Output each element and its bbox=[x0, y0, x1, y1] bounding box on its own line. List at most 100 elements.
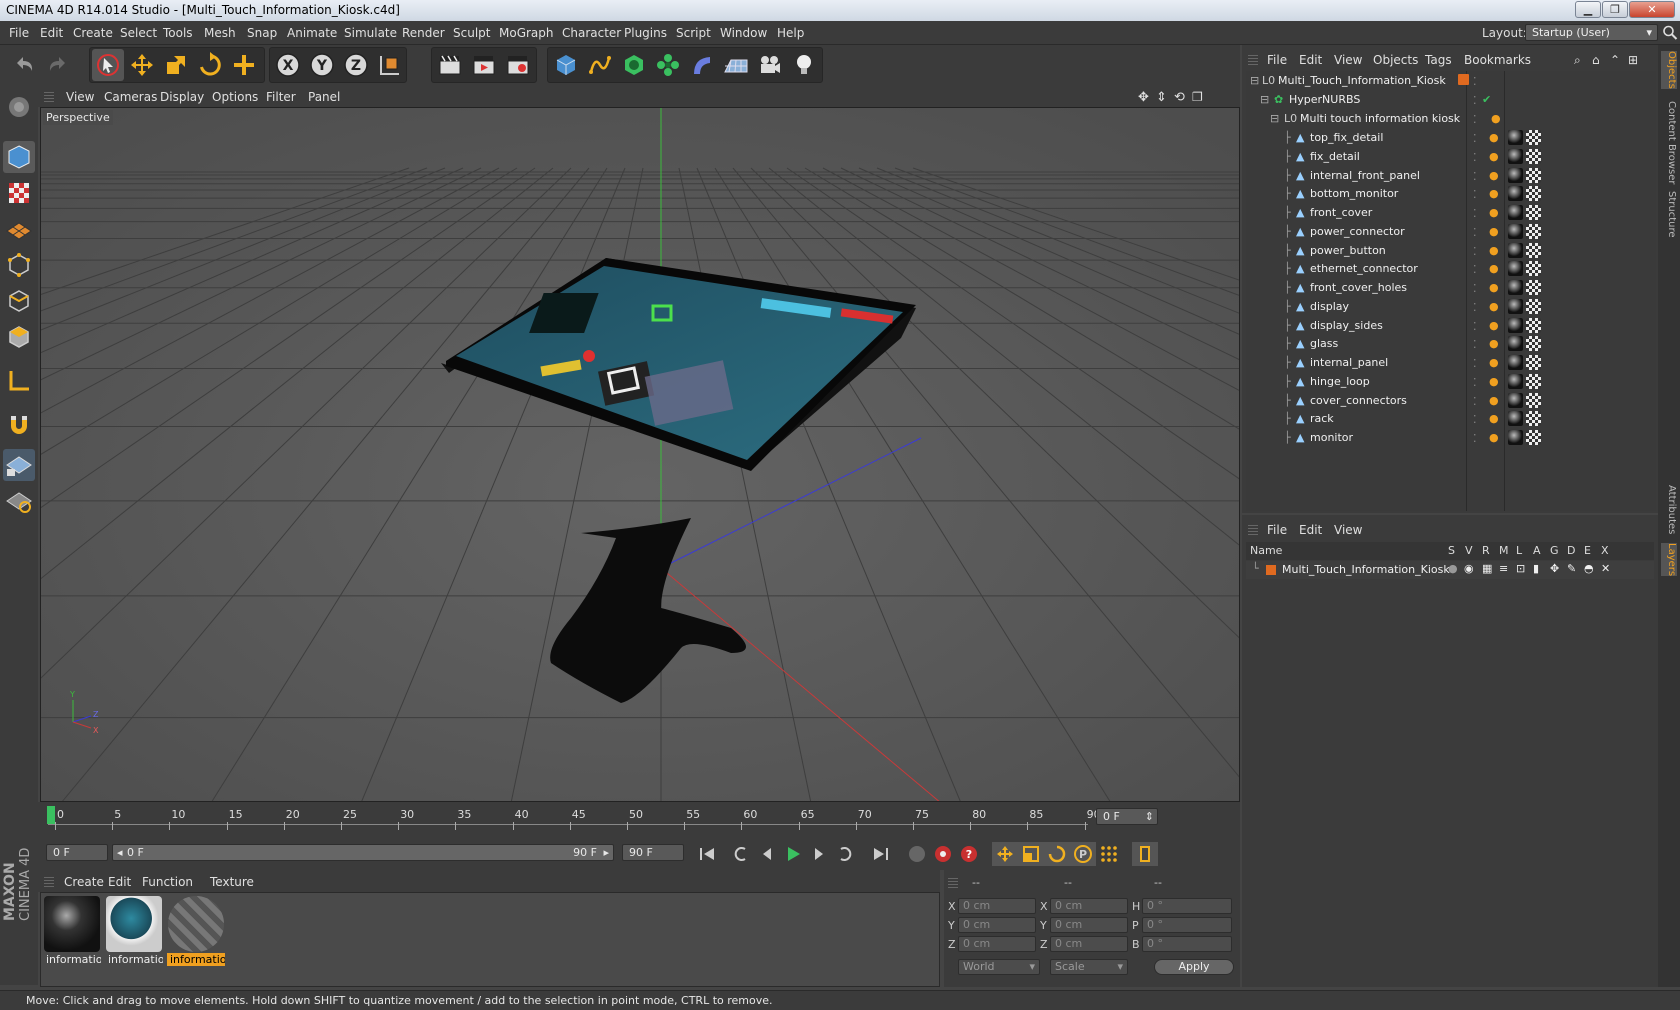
vp-menu-display[interactable]: Display bbox=[160, 90, 204, 104]
deformer-button[interactable] bbox=[686, 49, 718, 81]
animation-toggle-icon[interactable]: ▮ bbox=[1533, 562, 1539, 575]
tree-expand-icon[interactable]: ⊟ bbox=[1270, 112, 1279, 125]
visibility-dots[interactable]: ⁚ bbox=[1473, 226, 1477, 239]
tree-row-object[interactable]: ├ ▲ cover_connectors ⁚ ● bbox=[1246, 391, 1656, 411]
uvw-tag-icon[interactable] bbox=[1526, 373, 1541, 389]
vp-menu-panel[interactable]: Panel bbox=[308, 90, 340, 104]
visibility-dots[interactable]: ⁚ bbox=[1473, 151, 1477, 164]
visibility-dots[interactable]: ⁚ bbox=[1473, 170, 1477, 183]
phong-tag-icon[interactable]: ● bbox=[1489, 356, 1499, 369]
menu-script[interactable]: Script bbox=[676, 26, 711, 40]
next-frame-button[interactable] bbox=[806, 842, 832, 866]
visibility-dots[interactable]: ⁚ bbox=[1473, 188, 1477, 201]
layout-select[interactable]: Startup (User) ▾ bbox=[1525, 24, 1658, 41]
phong-tag-icon[interactable]: ● bbox=[1489, 169, 1499, 182]
rot-h-field[interactable]: 0 ° bbox=[1142, 898, 1232, 914]
range-right-arrow[interactable]: ▸ bbox=[603, 846, 609, 859]
visibility-dots[interactable]: ⁚ bbox=[1473, 357, 1477, 370]
layer-col-l[interactable]: L bbox=[1516, 544, 1522, 557]
tree-row-object[interactable]: ├ ▲ front_cover_holes ⁚ ● bbox=[1246, 278, 1656, 298]
expression-toggle-icon[interactable]: ◓ bbox=[1584, 562, 1594, 575]
keyframe-selection-button[interactable]: ? bbox=[956, 842, 982, 866]
material-tag-icon[interactable] bbox=[1508, 148, 1523, 164]
texture-mode-button[interactable] bbox=[3, 177, 35, 209]
arrow-up-icon[interactable]: ⌃ bbox=[1610, 53, 1620, 67]
material-tag-icon[interactable] bbox=[1508, 373, 1523, 389]
material-tag-icon[interactable] bbox=[1508, 336, 1523, 352]
z-axis-button[interactable]: Z bbox=[340, 49, 372, 81]
material-tag-icon[interactable] bbox=[1508, 167, 1523, 183]
menu-simulate[interactable]: Simulate bbox=[344, 26, 397, 40]
phong-tag-icon[interactable]: ● bbox=[1489, 225, 1499, 238]
manager-toggle-icon[interactable]: ≡ bbox=[1499, 562, 1508, 575]
move-tool-button[interactable] bbox=[126, 49, 158, 81]
phong-tag-icon[interactable]: ● bbox=[1489, 300, 1499, 313]
menu-plugins[interactable]: Plugins bbox=[624, 26, 667, 40]
mat-menu-edit[interactable]: Edit bbox=[108, 875, 131, 889]
phong-tag-icon[interactable]: ● bbox=[1491, 112, 1501, 125]
make-editable-button[interactable] bbox=[3, 91, 35, 123]
material-tag-icon[interactable] bbox=[1508, 205, 1523, 220]
obj-menu-view[interactable]: View bbox=[1334, 53, 1362, 67]
start-frame-field[interactable]: 0 F bbox=[46, 844, 108, 861]
layer-menu-file[interactable]: File bbox=[1267, 523, 1287, 537]
uvw-tag-icon[interactable] bbox=[1526, 148, 1541, 164]
mat-menu-function[interactable]: Function bbox=[142, 875, 193, 889]
cube-button[interactable] bbox=[550, 49, 582, 81]
playhead[interactable] bbox=[47, 806, 55, 824]
menu-mesh[interactable]: Mesh bbox=[204, 26, 236, 40]
prev-key-button[interactable] bbox=[728, 842, 754, 866]
obj-menu-file[interactable]: File bbox=[1267, 53, 1287, 67]
material-tag-icon[interactable] bbox=[1508, 317, 1523, 333]
material-tag-icon[interactable] bbox=[1508, 411, 1523, 427]
next-key-button[interactable] bbox=[832, 842, 858, 866]
range-left-arrow[interactable]: ◂ bbox=[117, 846, 123, 859]
phong-tag-icon[interactable]: ● bbox=[1489, 319, 1499, 332]
uvw-tag-icon[interactable] bbox=[1526, 205, 1541, 220]
camera-button[interactable] bbox=[754, 49, 786, 81]
phong-tag-icon[interactable]: ● bbox=[1489, 244, 1499, 257]
visibility-dots[interactable]: ⁚ bbox=[1473, 413, 1477, 426]
layer-color-swatch[interactable] bbox=[1266, 565, 1276, 575]
size-x-field[interactable]: 0 cm bbox=[1050, 898, 1128, 914]
render-view-button[interactable] bbox=[434, 49, 466, 81]
menu-mograph[interactable]: MoGraph bbox=[499, 26, 554, 40]
visibility-dots[interactable]: ⁚ bbox=[1473, 338, 1477, 351]
layer-col-m[interactable]: M bbox=[1499, 544, 1509, 557]
recent-tool-button[interactable] bbox=[228, 49, 260, 81]
uvw-tag-icon[interactable] bbox=[1526, 167, 1541, 183]
vp-menu-cameras[interactable]: Cameras bbox=[104, 90, 157, 104]
obj-menu-tags[interactable]: Tags bbox=[1425, 53, 1452, 67]
timeline-layout-button[interactable] bbox=[1132, 842, 1158, 866]
material-tag-icon[interactable] bbox=[1508, 392, 1523, 408]
prev-frame-button[interactable] bbox=[754, 842, 780, 866]
undo-button[interactable] bbox=[8, 49, 40, 81]
material-swatch[interactable]: informatio bbox=[43, 895, 101, 969]
uvw-tag-icon[interactable] bbox=[1526, 355, 1541, 370]
solo-toggle-icon[interactable]: ● bbox=[1448, 562, 1458, 575]
phong-tag-icon[interactable]: ● bbox=[1489, 131, 1499, 144]
tab-content-browser[interactable]: Content Browser bbox=[1661, 101, 1677, 184]
menu-sculpt[interactable]: Sculpt bbox=[453, 26, 490, 40]
material-tag-icon[interactable] bbox=[1508, 130, 1523, 145]
tree-row-object[interactable]: ├ ▲ internal_front_panel ⁚ ● bbox=[1246, 166, 1656, 186]
current-frame-field[interactable]: 0 F ⇕ bbox=[1096, 808, 1158, 825]
tree-expand-icon[interactable]: ⊟ bbox=[1250, 74, 1259, 87]
layer-col-s[interactable]: S bbox=[1448, 544, 1455, 557]
visibility-dots[interactable]: ⁚ bbox=[1473, 263, 1477, 276]
pos-z-field[interactable]: 0 cm bbox=[958, 936, 1036, 952]
visibility-dots[interactable]: ⁚ bbox=[1473, 75, 1477, 88]
tree-row-object[interactable]: ├ ▲ display_sides ⁚ ● bbox=[1246, 316, 1656, 336]
polygons-mode-button[interactable] bbox=[3, 321, 35, 353]
phong-tag-icon[interactable]: ● bbox=[1489, 337, 1499, 350]
menu-render[interactable]: Render bbox=[402, 26, 445, 40]
rot-b-field[interactable]: 0 ° bbox=[1142, 936, 1232, 952]
maximize-button[interactable]: ❐ bbox=[1602, 1, 1628, 18]
phong-tag-icon[interactable]: ● bbox=[1489, 375, 1499, 388]
search-icon[interactable] bbox=[1662, 24, 1678, 41]
material-tag-icon[interactable] bbox=[1508, 242, 1523, 258]
generator-toggle-icon[interactable]: ✥ bbox=[1550, 562, 1559, 575]
phong-tag-icon[interactable]: ● bbox=[1489, 187, 1499, 200]
tree-row-object[interactable]: ├ ▲ fix_detail ⁚ ● bbox=[1246, 147, 1656, 167]
phong-tag-icon[interactable]: ● bbox=[1489, 394, 1499, 407]
